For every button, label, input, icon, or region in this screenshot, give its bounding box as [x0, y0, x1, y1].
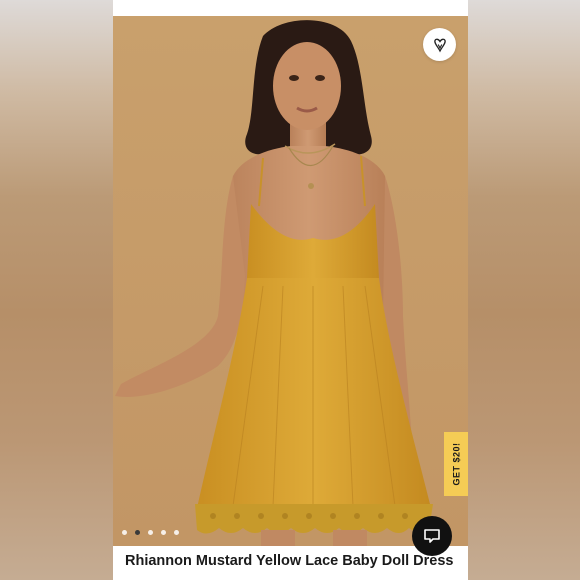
- product-page: GET $20! Rhiannon Mustard Yellow Lace Ba…: [113, 0, 468, 580]
- gallery-dot[interactable]: [148, 530, 153, 535]
- gallery-dot[interactable]: [174, 530, 179, 535]
- favorite-button[interactable]: [423, 28, 456, 61]
- chat-bubble-icon: [424, 529, 440, 543]
- promo-tab[interactable]: GET $20!: [444, 432, 468, 496]
- promo-label: GET $20!: [451, 442, 462, 486]
- gallery-dot[interactable]: [122, 530, 127, 535]
- chat-button[interactable]: [412, 516, 452, 556]
- heart-logo-icon: [433, 38, 446, 52]
- model-illustration: [113, 16, 468, 546]
- background-right: [468, 0, 580, 580]
- background-left: [0, 0, 113, 580]
- product-title: Rhiannon Mustard Yellow Lace Baby Doll D…: [125, 553, 454, 569]
- product-photo[interactable]: GET $20!: [113, 16, 468, 546]
- gallery-dot-active[interactable]: [135, 530, 140, 535]
- gallery-dot[interactable]: [161, 530, 166, 535]
- gallery-pagination: [122, 530, 179, 535]
